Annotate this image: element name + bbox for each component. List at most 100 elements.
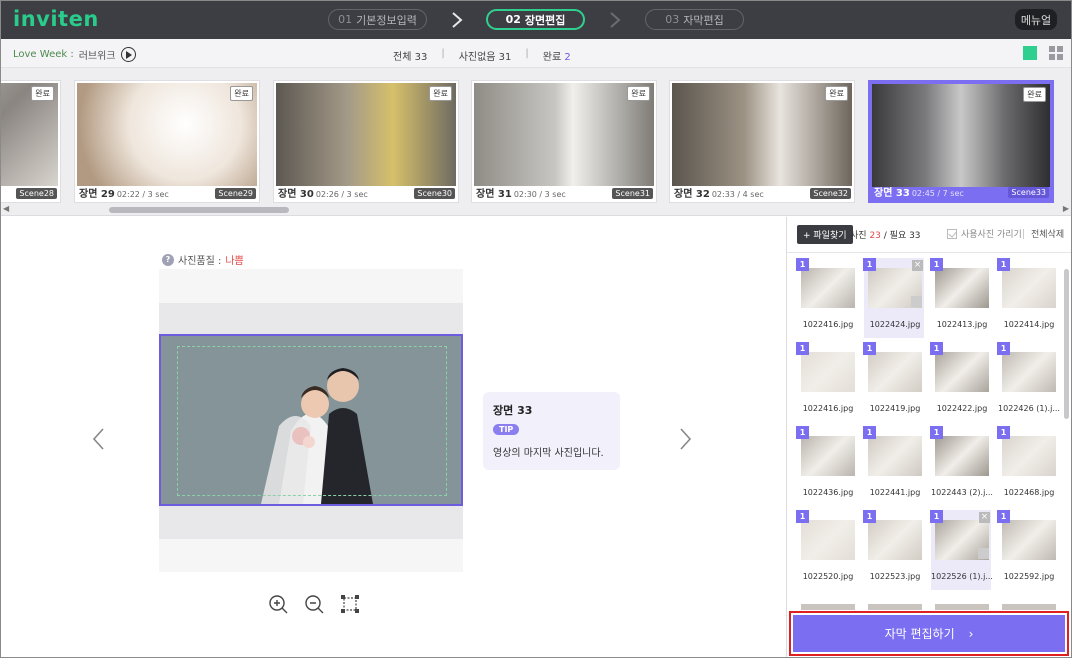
top-bar: inviten 01 기본정보입력 02 장면편집 03 자막편집 메뉴얼	[1, 1, 1071, 39]
quality-label: 사진품질 :	[178, 256, 222, 267]
scene-card-30[interactable]: 완료 장면 30 02:26 / 3 sec Scene30	[273, 80, 459, 203]
photo-thumbnail[interactable]: 1 1022416.jpg	[796, 258, 857, 338]
usage-count-badge: 1	[997, 426, 1010, 439]
photo-thumbnail[interactable]: 1 1022520.jpg	[796, 510, 857, 590]
done-count: 완료 2	[542, 52, 571, 63]
story-label: Love Week :	[13, 49, 74, 60]
scroll-left-icon[interactable]: ◀	[3, 204, 9, 213]
photo-filename: 1022436.jpg	[802, 488, 854, 497]
find-file-button[interactable]: + 파일찾기	[797, 225, 853, 244]
photo-thumbnail[interactable]: 1 1022436.jpg	[796, 426, 857, 506]
scene-card-31[interactable]: 완료 장면 31 02:30 / 3 sec Scene31	[471, 80, 657, 203]
quality-value: 나쁨	[225, 256, 244, 267]
grid-view-icon[interactable]	[1049, 46, 1063, 60]
photo-filename: 1022416.jpg	[802, 404, 854, 413]
list-view-toggle[interactable]	[1023, 46, 1037, 60]
delete-all-button[interactable]: 전체삭제	[1031, 227, 1064, 240]
scene-caption: 장면 32 02:33 / 4 sec	[674, 189, 764, 200]
cta-highlight: 자막 편집하기 ›	[789, 611, 1069, 656]
photo-thumbnail[interactable]: 1 1022443 (2).j...	[930, 426, 993, 506]
step-label: 자막편집	[683, 13, 724, 27]
step-label: 장면편집	[524, 13, 566, 27]
done-badge: 완료	[627, 86, 650, 101]
photo-thumbnail[interactable]: 1 1022426 (1).j...	[997, 342, 1060, 422]
help-icon[interactable]: ?	[162, 253, 174, 266]
done-badge: 완료	[825, 86, 848, 101]
photo-thumbnail[interactable]: 1 1022523.jpg	[863, 510, 924, 590]
photo-image	[868, 436, 922, 476]
photo-thumbnail[interactable]: 1 1022468.jpg	[997, 426, 1058, 506]
close-icon[interactable]: ×	[979, 512, 990, 523]
scene-card-32[interactable]: 완료 장면 32 02:33 / 4 sec Scene32	[669, 80, 855, 203]
usage-count-badge: 1	[930, 258, 943, 271]
scene-caption: 장면 29 02:22 / 3 sec	[79, 189, 169, 200]
photo-image	[935, 268, 989, 308]
chevron-right-icon: ›	[968, 626, 974, 641]
scene-card-28[interactable]: 완료 Scene28	[1, 80, 61, 203]
photo-thumbnail[interactable]	[931, 594, 991, 610]
zoom-in-icon[interactable]	[268, 594, 288, 614]
photo-image	[1002, 604, 1056, 610]
done-badge: 완료	[230, 86, 253, 101]
scene-caption: 장면 30 02:26 / 3 sec	[278, 189, 368, 200]
close-icon[interactable]: ×	[912, 260, 923, 271]
photo-thumbnail[interactable]	[797, 594, 857, 610]
photo-thumbnail[interactable]: 1 1022526 (1).j... ×	[930, 510, 993, 590]
photo-image	[1002, 352, 1056, 392]
vertical-scrollbar[interactable]	[1064, 269, 1069, 419]
tip-card: 장면 33 TIP 영상의 마지막 사진입니다.	[483, 392, 620, 470]
photo-thumbnail[interactable]: 1 1022414.jpg	[997, 258, 1058, 338]
crop-frame[interactable]	[159, 334, 463, 506]
play-icon[interactable]	[120, 47, 136, 62]
step-scene-edit[interactable]: 02 장면편집	[486, 9, 585, 30]
prev-scene-icon[interactable]	[91, 427, 105, 451]
usage-count-badge: 1	[796, 426, 809, 439]
done-badge: 완료	[429, 86, 452, 101]
photo-image	[868, 604, 922, 610]
usage-count-badge: 1	[997, 342, 1010, 355]
photo-filename: 1022414.jpg	[1003, 320, 1055, 329]
scene-caption: 장면 31 02:30 / 3 sec	[476, 189, 566, 200]
done-badge: 완료	[31, 86, 54, 101]
manual-button[interactable]: 메뉴얼	[1015, 9, 1057, 30]
photo-thumbnail[interactable]	[998, 594, 1058, 610]
photo-thumbnail[interactable]: 1 1022413.jpg	[930, 258, 991, 338]
step-basic-info[interactable]: 01 기본정보입력	[328, 9, 427, 30]
next-scene-icon[interactable]	[679, 427, 693, 451]
scene-card-33[interactable]: 완료 장면 33 02:45 / 7 sec Scene33	[868, 80, 1054, 203]
hide-used-checkbox[interactable]: 사용사진 가리기	[947, 227, 1022, 240]
photo-filename: 1022441.jpg	[869, 488, 921, 497]
safe-area-guide	[177, 346, 447, 496]
photo-thumbnail[interactable]	[864, 594, 924, 610]
fit-frame-icon[interactable]	[340, 594, 360, 614]
horizontal-scrollbar[interactable]	[109, 207, 289, 213]
photo-thumbnail[interactable]: 1 1022424.jpg ×	[863, 258, 924, 338]
edit-subtitles-button[interactable]: 자막 편집하기 ›	[793, 615, 1065, 652]
tip-title: 장면 33	[493, 404, 533, 417]
photo-image	[801, 604, 855, 610]
expand-icon[interactable]	[978, 548, 989, 559]
photo-thumbnail[interactable]: 1 1022592.jpg	[997, 510, 1058, 590]
photo-thumbnail[interactable]: 1 1022441.jpg	[863, 426, 924, 506]
photo-image	[801, 520, 855, 560]
photo-image	[868, 352, 922, 392]
total-count: 전체 33	[393, 52, 428, 63]
scene-tag: Scene28	[16, 188, 57, 199]
scene-caption: 장면 33 02:45 / 7 sec	[874, 188, 964, 199]
tip-text: 영상의 마지막 사진입니다.	[493, 448, 604, 459]
photo-thumbnail[interactable]: 1 1022416.jpg	[796, 342, 857, 422]
done-badge: 완료	[1023, 87, 1046, 102]
tip-badge: TIP	[493, 424, 520, 435]
photo-image	[935, 352, 989, 392]
expand-icon[interactable]	[911, 296, 922, 307]
photo-image	[935, 604, 989, 610]
photo-thumbnail[interactable]: 1 1022422.jpg	[930, 342, 991, 422]
scroll-right-icon[interactable]: ▶	[1063, 204, 1069, 213]
photo-quality: ? 사진품질 : 나쁨	[162, 252, 244, 267]
scene-card-29[interactable]: 완료 장면 29 02:22 / 3 sec Scene29	[74, 80, 260, 203]
photo-image	[801, 436, 855, 476]
zoom-out-icon[interactable]	[304, 594, 324, 614]
chevron-right-icon	[452, 12, 463, 28]
step-subtitle-edit[interactable]: 03 자막편집	[645, 9, 744, 30]
photo-thumbnail[interactable]: 1 1022419.jpg	[863, 342, 924, 422]
